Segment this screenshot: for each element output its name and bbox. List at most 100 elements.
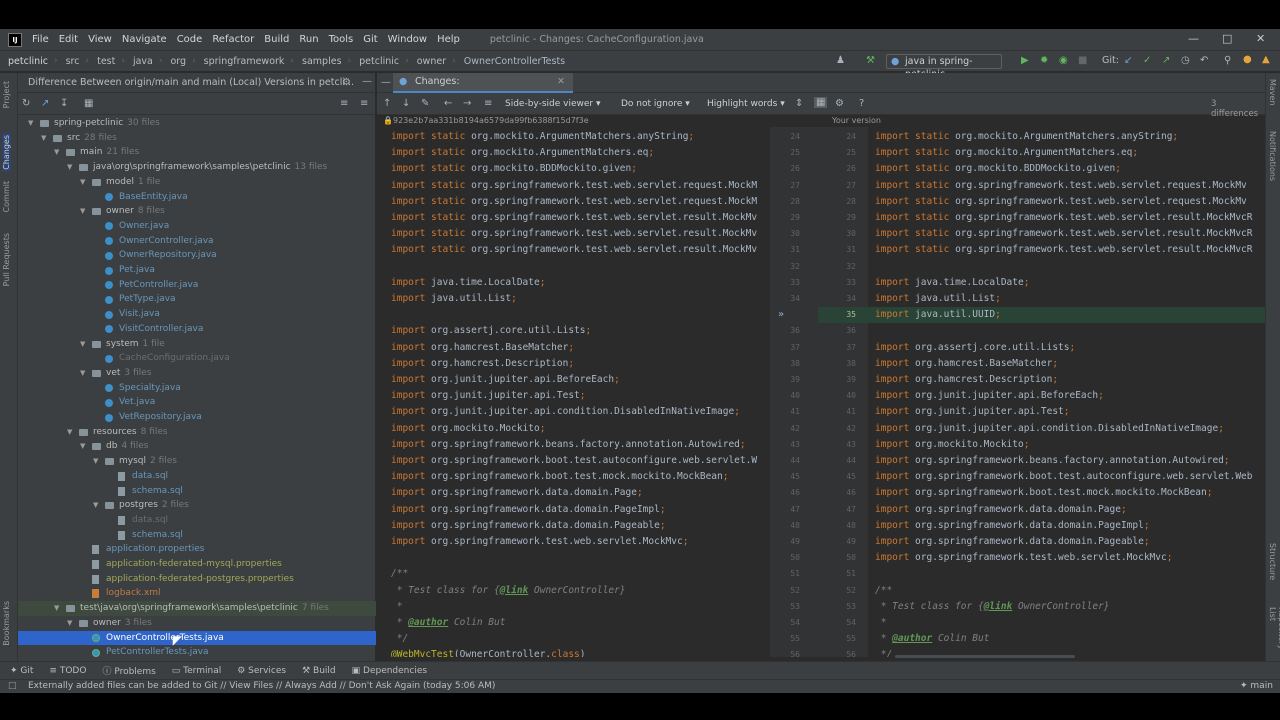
tree-file[interactable]: CacheConfiguration.java (18, 351, 376, 366)
hammer-icon[interactable]: ⚒ (866, 55, 875, 66)
refresh-icon[interactable]: ↻ (22, 98, 30, 109)
tree-file[interactable]: application-federated-postgres.propertie… (18, 572, 376, 587)
tree-file[interactable]: schema.sql (18, 484, 376, 499)
status-message[interactable]: Externally added files can be added to G… (28, 680, 495, 693)
previous-difference-icon[interactable]: ↑ (383, 98, 391, 109)
git-commit-icon[interactable]: ✓ (1143, 55, 1151, 66)
menu-tools[interactable]: Tools (329, 34, 354, 45)
tool-tab-services[interactable]: ⚙ Services (237, 666, 286, 676)
tree-folder[interactable]: ▼ spring-petclinic 30 files (18, 116, 376, 131)
tree-folder[interactable]: ▼ test\java\org\springframework\samples\p… (18, 601, 376, 616)
chevron-down-icon[interactable]: ▼ (41, 131, 46, 146)
menu-file[interactable]: File (32, 34, 49, 45)
menu-window[interactable]: Window (388, 34, 427, 45)
tree-file[interactable]: PetController.java (18, 278, 376, 293)
tree-folder[interactable]: ▼ owner 3 files (18, 616, 376, 631)
tool-tab-todo[interactable]: ≡ TODO (49, 666, 86, 676)
tree-folder[interactable]: ▼ postgres 2 files (18, 498, 376, 513)
menu-git[interactable]: Git (363, 34, 377, 45)
history-icon[interactable]: ◷ (1181, 55, 1190, 66)
apply-change-icon[interactable]: » (778, 307, 784, 323)
chevron-down-icon[interactable]: ▼ (67, 160, 72, 175)
git-update-icon[interactable]: ↙ (1124, 55, 1132, 66)
tree-folder[interactable]: ▼ java\org\springframework\samples\petcli… (18, 160, 376, 175)
tree-file[interactable]: Pet.java (18, 263, 376, 278)
tree-file[interactable]: logback.xml (18, 586, 376, 601)
menu-code[interactable]: Code (177, 34, 203, 45)
tree-folder[interactable]: ▼ vet 3 files (18, 366, 376, 381)
run-configuration-select[interactable]: ● java in spring-petclinic (886, 54, 1002, 80)
horizontal-scrollbar[interactable] (895, 655, 1075, 658)
tree-file[interactable]: application-federated-mysql.properties (18, 557, 376, 572)
chevron-down-icon[interactable]: ▼ (80, 204, 85, 219)
tree-file[interactable]: data.sql (18, 469, 376, 484)
next-difference-icon[interactable]: ↓ (402, 98, 410, 109)
hide-panel-icon[interactable]: — (362, 76, 372, 87)
tree-folder[interactable]: ▼ mysql 2 files (18, 454, 376, 469)
tool-tab-dependencies[interactable]: ▣ Dependencies (352, 666, 427, 676)
list-icon[interactable]: ≡ (484, 98, 492, 109)
menu-navigate[interactable]: Navigate (122, 34, 167, 45)
menu-build[interactable]: Build (264, 34, 289, 45)
tree-folder[interactable]: ▼ system 1 file (18, 337, 376, 352)
chevron-down-icon[interactable]: ▼ (67, 425, 72, 440)
jetbrains-icon[interactable]: ▲ (1262, 54, 1270, 65)
menu-refactor[interactable]: Refactor (212, 34, 254, 45)
viewer-mode-dropdown[interactable]: Side-by-side viewer ▾ (505, 97, 601, 111)
user-icon[interactable]: ♟ (836, 55, 845, 66)
tree-file[interactable]: PetType.java (18, 292, 376, 307)
search-icon[interactable]: ⚲ (1224, 55, 1231, 66)
collapse-all-icon[interactable]: ≡ (360, 98, 368, 109)
tree-file[interactable]: PetControllerTests.java (18, 645, 376, 660)
chevron-down-icon[interactable]: ▼ (54, 145, 59, 160)
maximize-icon[interactable]: □ (1222, 32, 1232, 45)
ignore-mode-dropdown[interactable]: Do not ignore ▾ (621, 97, 691, 111)
hide-icon[interactable]: — (381, 77, 391, 88)
rollback-icon[interactable]: ↶ (1200, 55, 1208, 66)
tool-window-repository-list[interactable]: Repository List (1268, 607, 1280, 661)
breadcrumb-item[interactable]: java (133, 56, 153, 67)
tool-window-commit[interactable]: Commit (2, 181, 11, 212)
tree-file[interactable]: OwnerController.java (18, 234, 376, 249)
chevron-down-icon[interactable]: ▼ (28, 116, 33, 131)
breadcrumb-item[interactable]: petclinic (359, 56, 399, 67)
tree-folder[interactable]: ▼ main 21 files (18, 145, 376, 160)
tool-tab-git[interactable]: ✦ Git (10, 666, 33, 676)
chevron-down-icon[interactable]: ▼ (80, 439, 85, 454)
tree-folder[interactable]: ▼ db 4 files (18, 439, 376, 454)
menu-run[interactable]: Run (299, 34, 318, 45)
breadcrumb-item[interactable]: samples (302, 56, 342, 67)
tree-file[interactable]: Specialty.java (18, 381, 376, 396)
tree-folder[interactable]: ▼ src 28 files (18, 131, 376, 146)
tree-file[interactable]: VisitController.java (18, 322, 376, 337)
debug-icon[interactable]: ✹ (1040, 55, 1048, 66)
chevron-down-icon[interactable]: ▼ (93, 454, 98, 469)
coverage-icon[interactable]: ◉ (1059, 55, 1068, 66)
tab-changes-ownercontrollertests[interactable]: ● Changes: OwnerControllerTests.java ✕ (393, 73, 573, 105)
tree-file[interactable]: Visit.java (18, 307, 376, 322)
forward-icon[interactable]: → (463, 98, 471, 109)
chevron-down-icon[interactable]: ▼ (80, 337, 85, 352)
tool-window-pull-requests[interactable]: Pull Requests (2, 233, 11, 286)
breadcrumb-item[interactable]: src (66, 56, 80, 67)
tool-window-bookmarks[interactable]: Bookmarks (2, 601, 11, 646)
group-by-icon[interactable]: ▦ (84, 98, 93, 109)
tree-folder[interactable]: ▼ model 1 file (18, 175, 376, 190)
expand-all-icon[interactable]: ≡ (340, 98, 348, 109)
git-branch-widget[interactable]: ✦ main (1240, 680, 1273, 693)
tree-file[interactable]: VetRepository.java (18, 410, 376, 425)
collapse-unchanged-icon[interactable]: ⇕ (795, 98, 803, 109)
ide-updates-icon[interactable]: ● (1243, 54, 1252, 65)
tool-tab-problems[interactable]: ⓘ Problems (102, 664, 155, 677)
sync-scroll-icon[interactable]: ▦ (814, 97, 828, 108)
download-icon[interactable]: ↧ (60, 98, 68, 109)
tree-file[interactable]: OwnerControllerTests.java (18, 630, 376, 646)
close-tab-icon[interactable]: ✕ (557, 73, 565, 91)
breadcrumb-item[interactable]: springframework (204, 56, 285, 67)
minimize-icon[interactable]: — (1188, 32, 1199, 45)
chevron-down-icon[interactable]: ▼ (93, 498, 98, 513)
right-code-pane[interactable]: import static org.mockito.ArgumentMatche… (868, 127, 1265, 657)
tool-window-structure[interactable]: Structure (1268, 543, 1277, 580)
menu-view[interactable]: View (88, 34, 112, 45)
chevron-down-icon[interactable]: ▼ (80, 175, 85, 190)
